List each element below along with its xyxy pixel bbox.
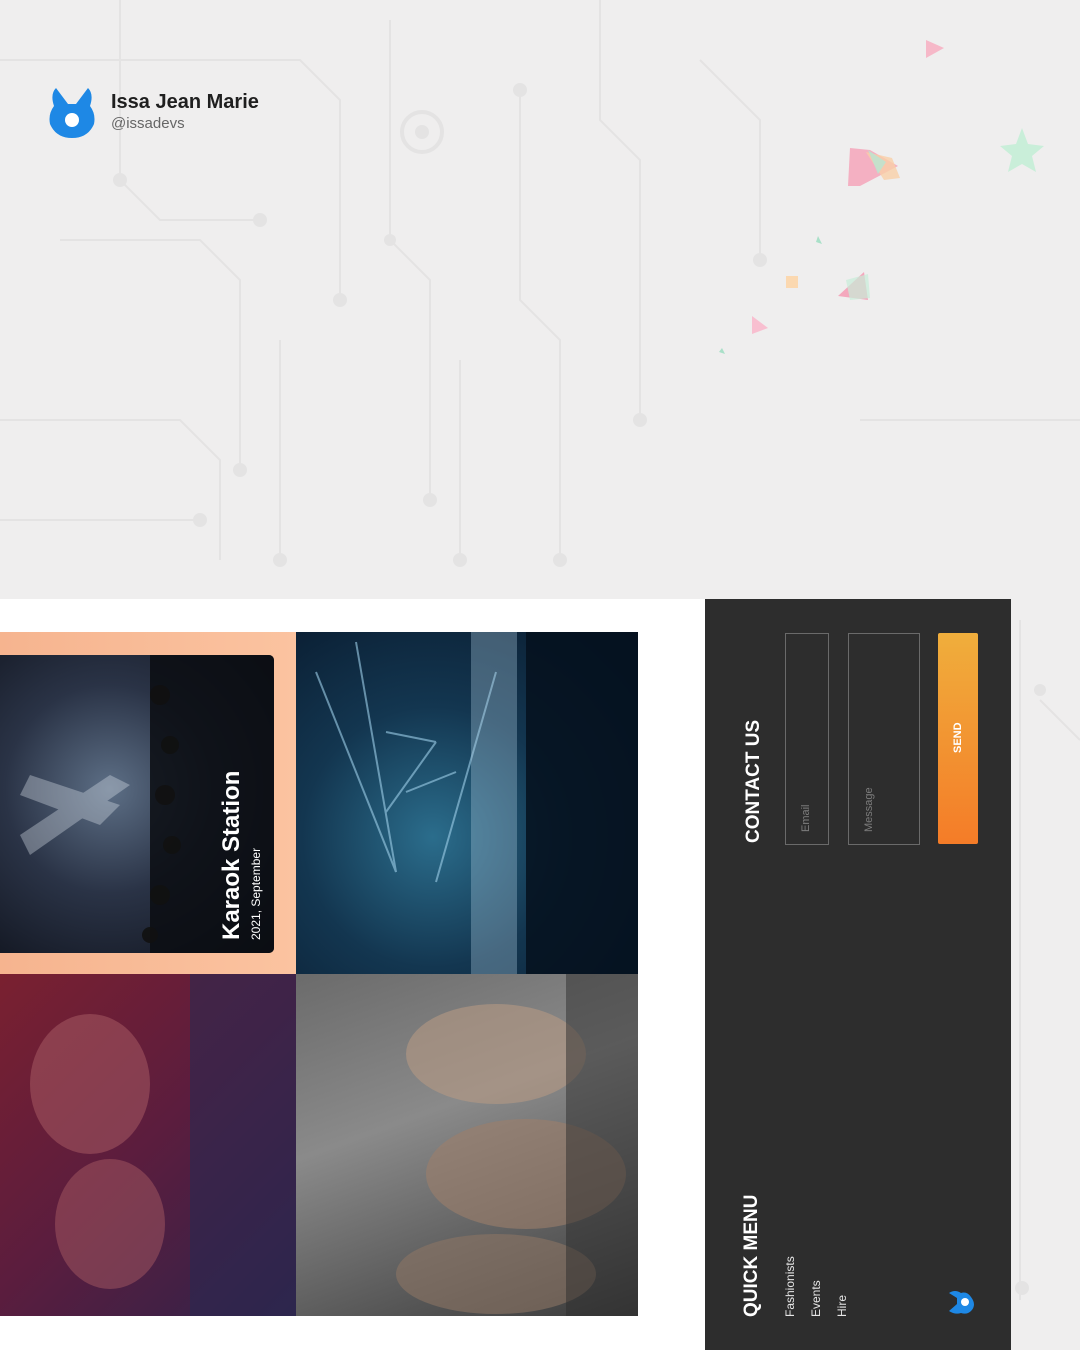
event-tile-featured[interactable]: Karaok Station 2021, September bbox=[0, 632, 296, 974]
festival-image bbox=[396, 974, 638, 1316]
menu-item-events[interactable]: Events bbox=[809, 1280, 823, 1317]
message-field[interactable]: Message bbox=[848, 633, 920, 845]
send-button[interactable]: SEND bbox=[938, 633, 978, 844]
footer-logo-icon bbox=[949, 1291, 974, 1314]
contact-panel: CONTACT US Email Message SEND QUICK MENU… bbox=[705, 599, 1011, 1350]
event-date: 2021, September bbox=[249, 847, 263, 940]
message-placeholder: Message bbox=[863, 787, 875, 832]
send-label: SEND bbox=[952, 722, 964, 753]
menu-item-fashionists[interactable]: Fashionists bbox=[783, 1256, 797, 1317]
event-title: Karaok Station bbox=[218, 770, 245, 940]
event-tile-masquerade[interactable] bbox=[0, 974, 296, 1316]
quick-menu-heading: QUICK MENU bbox=[741, 1194, 762, 1317]
bunny-logo-icon bbox=[49, 88, 95, 138]
menu-item-hire[interactable]: Hire bbox=[835, 1295, 849, 1317]
email-placeholder: Email bbox=[800, 804, 812, 832]
light-show-image bbox=[315, 632, 638, 974]
masquerade-image bbox=[30, 974, 296, 1316]
event-gallery: Karaok Station 2021, September bbox=[0, 632, 638, 1316]
profile-header: Issa Jean Marie @issadevs bbox=[48, 84, 259, 140]
profile-handle: @issadevs bbox=[111, 115, 185, 132]
contact-heading: CONTACT US bbox=[743, 719, 764, 843]
concert-image: Karaok Station 2021, September bbox=[0, 655, 274, 953]
email-field[interactable]: Email bbox=[785, 633, 829, 845]
event-tile-light-show[interactable] bbox=[296, 632, 638, 974]
confetti-decoration bbox=[719, 40, 1044, 354]
profile-name: Issa Jean Marie bbox=[111, 91, 259, 113]
event-tile-festival[interactable] bbox=[296, 974, 638, 1316]
